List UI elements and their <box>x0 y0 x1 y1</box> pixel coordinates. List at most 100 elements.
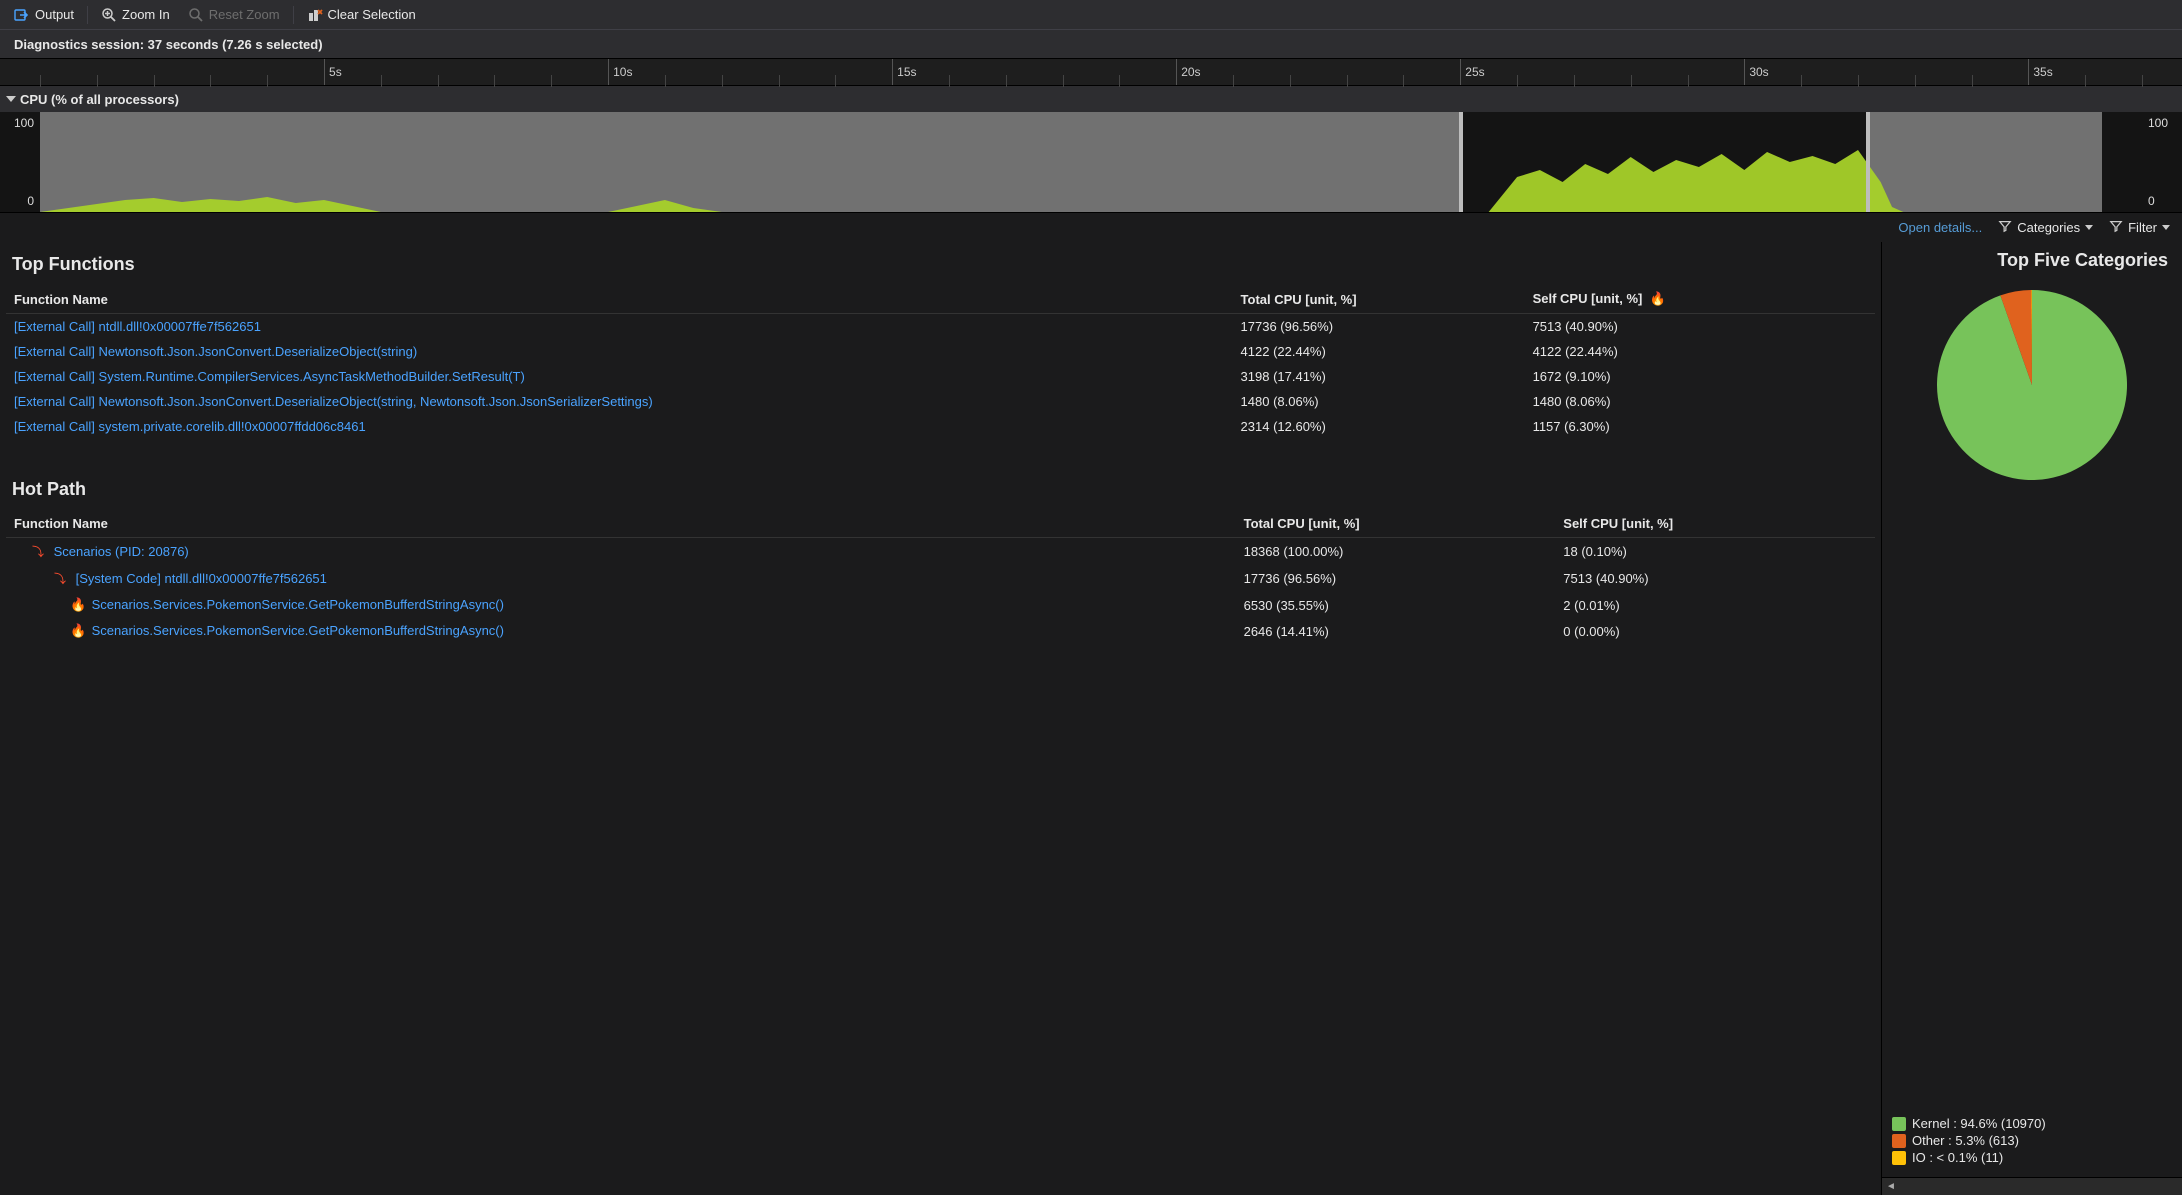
zoom-in-button[interactable]: Zoom In <box>93 2 178 28</box>
ruler-minor-tick <box>1801 75 1802 87</box>
chevron-down-icon <box>2085 225 2093 230</box>
col-total-cpu[interactable]: Total CPU [unit, %] <box>1233 285 1525 314</box>
table-row[interactable]: [External Call] Newtonsoft.Json.JsonConv… <box>6 339 1875 364</box>
ruler-minor-tick <box>551 75 552 87</box>
cpu-area <box>40 150 2142 212</box>
self-cpu-cell: 18 (0.10%) <box>1555 538 1875 566</box>
session-text: Diagnostics session: 37 seconds (7.26 s … <box>14 37 323 52</box>
total-cpu-cell: 6530 (35.55%) <box>1236 592 1556 618</box>
cpu-chart-header[interactable]: CPU (% of all processors) <box>0 86 2182 112</box>
col-total-cpu[interactable]: Total CPU [unit, %] <box>1236 510 1556 538</box>
table-row[interactable]: [External Call] Newtonsoft.Json.JsonConv… <box>6 389 1875 414</box>
function-link[interactable]: [External Call] system.private.corelib.d… <box>14 419 366 434</box>
ruler-minor-tick <box>1915 75 1916 87</box>
ruler-minor-tick <box>154 75 155 87</box>
ruler-minor-tick <box>1290 75 1291 87</box>
main-toolbar: Output Zoom In Reset Zoom Clear Selectio… <box>0 0 2182 30</box>
total-cpu-cell: 2314 (12.60%) <box>1233 414 1525 439</box>
ruler-minor-tick <box>722 75 723 87</box>
function-link[interactable]: [External Call] Newtonsoft.Json.JsonConv… <box>14 394 653 409</box>
ruler-minor-tick <box>381 75 382 87</box>
function-link[interactable]: [External Call] ntdll.dll!0x00007ffe7f56… <box>14 319 261 334</box>
clear-selection-button[interactable]: Clear Selection <box>299 2 424 28</box>
ruler-minor-tick <box>267 75 268 87</box>
legend-item[interactable]: Kernel : 94.6% (10970) <box>1892 1116 2172 1131</box>
categories-legend: Kernel : 94.6% (10970) Other : 5.3% (613)… <box>1892 1114 2172 1167</box>
selection-handle[interactable] <box>1866 112 1870 212</box>
total-cpu-cell: 17736 (96.56%) <box>1233 314 1525 340</box>
table-row[interactable]: ⤵ [System Code] ntdll.dll!0x00007ffe7f56… <box>6 565 1875 592</box>
legend-item[interactable]: Other : 5.3% (613) <box>1892 1133 2172 1148</box>
collapse-triangle-icon <box>6 96 16 102</box>
table-row[interactable]: [External Call] System.Runtime.CompilerS… <box>6 364 1875 389</box>
ruler-minor-tick <box>1858 75 1859 87</box>
ruler-minor-tick <box>1233 75 1234 87</box>
ruler-minor-tick <box>2142 75 2143 87</box>
clear-selection-icon <box>307 7 323 23</box>
open-details-label: Open details... <box>1898 220 1982 235</box>
reset-zoom-label: Reset Zoom <box>209 7 280 22</box>
function-link[interactable]: Scenarios.Services.PokemonService.GetPok… <box>92 597 504 612</box>
ruler-minor-tick <box>1574 75 1575 87</box>
reset-zoom-icon <box>188 7 204 23</box>
ruler-major-tick: 30s <box>1744 59 1768 85</box>
table-row[interactable]: [External Call] ntdll.dll!0x00007ffe7f56… <box>6 314 1875 340</box>
col-function-name[interactable]: Function Name <box>6 285 1233 314</box>
self-cpu-cell: 2 (0.01%) <box>1555 592 1875 618</box>
axis-min-r: 0 <box>2148 194 2155 208</box>
table-row[interactable]: 🔥 Scenarios.Services.PokemonService.GetP… <box>6 618 1875 644</box>
function-link[interactable]: [External Call] Newtonsoft.Json.JsonConv… <box>14 344 417 359</box>
pie-slice[interactable] <box>1937 290 2127 480</box>
open-details-link[interactable]: Open details... <box>1898 220 1982 235</box>
options-bar: Open details... Categories Filter <box>0 212 2182 242</box>
function-link[interactable]: [System Code] ntdll.dll!0x00007ffe7f5626… <box>76 571 327 586</box>
top-categories-title: Top Five Categories <box>1896 250 2168 271</box>
left-panel: Top Functions Function Name Total CPU [u… <box>0 242 1882 1195</box>
ruler-minor-tick <box>1972 75 1973 87</box>
funnel-icon <box>1998 219 2012 236</box>
ruler-minor-tick <box>779 75 780 87</box>
col-self-cpu[interactable]: Self CPU [unit, %] <box>1555 510 1875 538</box>
ruler-minor-tick <box>665 75 666 87</box>
right-panel: Top Five Categories Kernel : 94.6% (1097… <box>1882 242 2182 1195</box>
ruler-minor-tick <box>1119 75 1120 87</box>
table-row[interactable]: ⤵ Scenarios (PID: 20876)18368 (100.00%)1… <box>6 538 1875 566</box>
top-functions-table: Function Name Total CPU [unit, %] Self C… <box>6 285 1875 439</box>
selection-handle[interactable] <box>1459 112 1463 212</box>
table-row[interactable]: [External Call] system.private.corelib.d… <box>6 414 1875 439</box>
table-row[interactable]: 🔥 Scenarios.Services.PokemonService.GetP… <box>6 592 1875 618</box>
ruler-minor-tick <box>1347 75 1348 87</box>
function-link[interactable]: Scenarios (PID: 20876) <box>54 544 189 559</box>
col-function-name[interactable]: Function Name <box>6 510 1236 538</box>
output-label: Output <box>35 7 74 22</box>
function-link[interactable]: Scenarios.Services.PokemonService.GetPok… <box>92 623 504 638</box>
hot-path-table: Function Name Total CPU [unit, %] Self C… <box>6 510 1875 644</box>
ruler-minor-tick <box>2085 75 2086 87</box>
ruler-minor-tick <box>1631 75 1632 87</box>
total-cpu-cell: 17736 (96.56%) <box>1236 565 1556 592</box>
ruler-minor-tick <box>1403 75 1404 87</box>
categories-dropdown[interactable]: Categories <box>1998 219 2093 236</box>
self-cpu-cell: 4122 (22.44%) <box>1525 339 1875 364</box>
legend-label: Kernel : 94.6% (10970) <box>1912 1116 2046 1131</box>
toolbar-separator <box>87 6 88 24</box>
ruler-minor-tick <box>438 75 439 87</box>
ruler-minor-tick <box>1063 75 1064 87</box>
axis-max: 100 <box>14 116 34 130</box>
timeline-ruler[interactable]: 5s10s15s20s25s30s35s <box>0 58 2182 86</box>
output-button[interactable]: Output <box>6 2 82 28</box>
flame-icon: 🔥 <box>70 597 88 613</box>
filter-dropdown[interactable]: Filter <box>2109 219 2170 236</box>
output-icon <box>14 7 30 23</box>
col-self-cpu[interactable]: Self CPU [unit, %] 🔥 <box>1525 285 1875 314</box>
function-link[interactable]: [External Call] System.Runtime.CompilerS… <box>14 369 525 384</box>
clear-selection-label: Clear Selection <box>328 7 416 22</box>
chevron-down-icon <box>2162 225 2170 230</box>
cpu-chart[interactable]: 100 0 100 0 <box>0 112 2182 212</box>
legend-item[interactable]: IO : < 0.1% (11) <box>1892 1150 2172 1165</box>
horizontal-scrollbar[interactable]: ◄ <box>1882 1177 2182 1195</box>
reset-zoom-button: Reset Zoom <box>180 2 288 28</box>
scroll-left-icon[interactable]: ◄ <box>1882 1178 1900 1195</box>
cpu-axis-right: 100 0 <box>2142 112 2182 212</box>
self-cpu-cell: 7513 (40.90%) <box>1525 314 1875 340</box>
